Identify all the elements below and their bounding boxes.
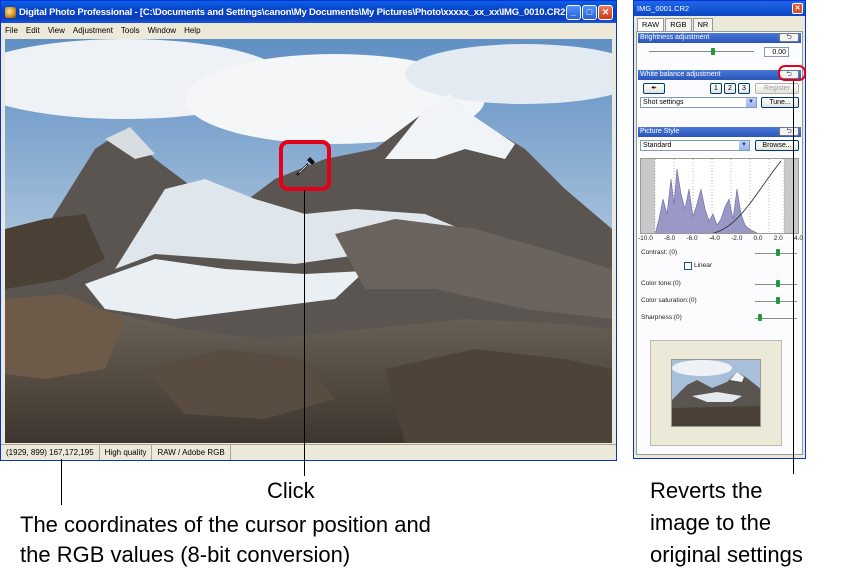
status-bar: (1929, 899) 167,172,195 High quality RAW… xyxy=(1,444,616,460)
mountain-photo xyxy=(5,39,612,443)
picture-style-select[interactable]: Standard ▼ xyxy=(640,140,750,151)
menu-edit[interactable]: Edit xyxy=(26,26,40,35)
status-pointer-line xyxy=(61,459,62,505)
picture-style-revert-icon[interactable]: ⮌ xyxy=(779,127,799,136)
white-balance-header-label: White balance adjustment xyxy=(640,71,721,78)
sharpness-slider-knob[interactable] xyxy=(758,314,762,321)
menu-tools[interactable]: Tools xyxy=(121,26,140,35)
thumbnail-image[interactable] xyxy=(671,359,761,427)
sharpness-label: Sharpness:(0) xyxy=(641,314,682,321)
tone-curve-histogram[interactable] xyxy=(640,158,799,234)
menu-window[interactable]: Window xyxy=(148,26,176,35)
brightness-header-label: Brightness adjustment xyxy=(640,34,710,41)
menu-bar: File Edit View Adjustment Tools Window H… xyxy=(1,23,616,37)
scale-label: -2.0 xyxy=(731,235,743,242)
status-coordinates: (1929, 899) xyxy=(6,448,47,457)
navigator-frame xyxy=(650,340,782,446)
scale-label: 2.0 xyxy=(773,235,783,242)
scale-label: -6.0 xyxy=(686,235,698,242)
scale-label: 0.0 xyxy=(753,235,763,242)
minimize-icon[interactable]: _ xyxy=(566,4,581,20)
revert-caption-line-2: image to the xyxy=(650,510,772,535)
menu-help[interactable]: Help xyxy=(184,26,200,35)
revert-caption-line-3: original settings xyxy=(650,542,803,567)
status-color-space: RAW / Adobe RGB xyxy=(152,445,231,460)
linear-label: Linear xyxy=(694,262,713,269)
palette-title-bar[interactable]: IMG_0001.CR2 ✕ xyxy=(634,1,805,16)
click-pointer-line xyxy=(304,190,305,476)
scale-label: 4.0 xyxy=(793,235,803,242)
eyedropper-button[interactable]: ✒ xyxy=(643,83,665,94)
window-title: Digital Photo Professional - [C:\Documen… xyxy=(19,6,566,18)
eyedropper-cursor-icon xyxy=(296,157,315,176)
brightness-slider-knob[interactable] xyxy=(711,48,715,55)
maximize-icon[interactable]: □ xyxy=(582,4,597,20)
scale-label: -4.0 xyxy=(708,235,720,242)
click-caption: Click xyxy=(267,478,315,503)
click-highlight xyxy=(279,140,331,191)
brightness-slider[interactable] xyxy=(649,51,754,52)
white-balance-select[interactable]: Shot settings ▼ xyxy=(640,97,757,108)
white-balance-select-value: Shot settings xyxy=(643,99,684,106)
color-saturation-label: Color saturation:(0) xyxy=(641,297,697,304)
contrast-slider-knob[interactable] xyxy=(776,249,780,256)
status-rgb: 167,172,195 xyxy=(49,448,94,457)
menu-file[interactable]: File xyxy=(5,26,18,35)
color-tone-slider-knob[interactable] xyxy=(776,280,780,287)
chevron-down-icon: ▼ xyxy=(739,141,749,150)
menu-view[interactable]: View xyxy=(48,26,65,35)
wb-preset-3-button[interactable]: 3 xyxy=(738,83,750,94)
close-icon[interactable]: ✕ xyxy=(598,4,613,20)
chevron-down-icon: ▼ xyxy=(746,98,756,107)
wb-preset-2-button[interactable]: 2 xyxy=(724,83,736,94)
revert-caption-line-1: Reverts the xyxy=(650,478,763,503)
tab-raw[interactable]: RAW xyxy=(637,18,665,31)
linear-checkbox[interactable] xyxy=(684,262,692,270)
status-quality: High quality xyxy=(100,445,153,460)
title-bar[interactable]: Digital Photo Professional - [C:\Documen… xyxy=(1,1,616,23)
revert-highlight xyxy=(778,65,806,81)
status-caption-line-2: the RGB values (8-bit conversion) xyxy=(20,542,351,567)
brightness-header: Brightness adjustment ⮌ xyxy=(638,33,801,43)
status-coords-rgb: (1929, 899) 167,172,195 xyxy=(1,445,100,460)
contrast-label: Contrast: (0) xyxy=(641,249,678,256)
wb-preset-1-button[interactable]: 1 xyxy=(710,83,722,94)
menu-adjustment[interactable]: Adjustment xyxy=(73,26,113,35)
tab-rgb[interactable]: RGB xyxy=(665,18,692,31)
color-saturation-slider-knob[interactable] xyxy=(776,297,780,304)
color-tone-label: Color tone:(0) xyxy=(641,280,681,287)
picture-style-select-value: Standard xyxy=(643,142,672,149)
histogram-scale: -10.0 -8.0 -6.0 -4.0 -2.0 0.0 2.0 4.0 xyxy=(638,235,803,242)
palette-tabs: RAW RGB NR xyxy=(634,16,805,31)
histogram-graph xyxy=(641,159,798,233)
tab-nr[interactable]: NR xyxy=(692,18,714,31)
brightness-revert-icon[interactable]: ⮌ xyxy=(779,33,799,42)
white-balance-header: White balance adjustment ⮌ xyxy=(638,70,801,80)
palette-close-icon[interactable]: ✕ xyxy=(792,3,803,14)
scale-label: -8.0 xyxy=(664,235,676,242)
revert-pointer-line xyxy=(793,81,794,474)
photo-view[interactable] xyxy=(5,39,612,443)
app-icon xyxy=(5,6,16,18)
status-caption-line-1: The coordinates of the cursor position a… xyxy=(20,512,431,537)
picture-style-header: Picture Style ⮌ xyxy=(638,127,801,137)
thumbnail-photo xyxy=(672,360,760,426)
main-window: Digital Photo Professional - [C:\Documen… xyxy=(0,0,617,461)
scale-label: -10.0 xyxy=(638,235,653,242)
eyedropper-icon: ✒ xyxy=(651,85,657,92)
palette-title: IMG_0001.CR2 xyxy=(637,4,690,13)
palette-panel: Brightness adjustment ⮌ 0.00 White balan… xyxy=(636,31,803,455)
brightness-value[interactable]: 0.00 xyxy=(764,47,789,57)
picture-style-header-label: Picture Style xyxy=(640,128,680,135)
